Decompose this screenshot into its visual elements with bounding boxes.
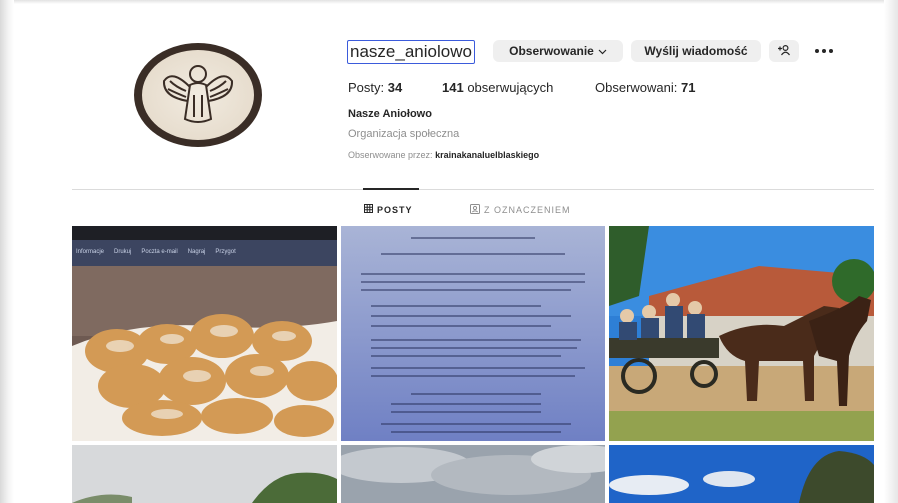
tab-posts-label: POSTY: [377, 204, 413, 215]
add-user-icon: [777, 44, 791, 59]
screen-toolbar: Informacje Drukuj Poczta e-mail Nagraj P…: [76, 249, 236, 255]
active-tab-indicator: [363, 188, 419, 190]
tag-icon: [470, 204, 480, 216]
window-top-edge: [0, 0, 898, 4]
profile-full-name: Nasze Aniołowo: [348, 108, 432, 120]
angel-logo: [142, 50, 254, 140]
following-button-label: Obserwowanie: [509, 44, 594, 58]
grid-icon: [364, 204, 373, 215]
window-right-edge: [884, 0, 898, 503]
post-thumbnail[interactable]: [609, 226, 874, 441]
add-user-button[interactable]: [769, 40, 799, 62]
tab-tagged-label: Z OZNACZENIEM: [484, 205, 571, 215]
profile-category: Organizacja społeczna: [348, 128, 460, 140]
more-options-icon[interactable]: [809, 40, 839, 62]
post-thumbnail[interactable]: [341, 226, 605, 441]
followers-link[interactable]: 141 obserwujących: [442, 80, 553, 95]
followed-by: Obserwowane przez: krainakanaluelblaskie…: [348, 150, 540, 160]
tab-posts[interactable]: POSTY: [364, 204, 413, 215]
send-message-button[interactable]: Wyślij wiadomość: [631, 40, 761, 62]
post-thumbnail[interactable]: [609, 445, 874, 503]
username[interactable]: nasze_aniolowo: [347, 40, 475, 64]
profile-avatar[interactable]: [134, 43, 262, 147]
tabs-divider: [72, 189, 874, 190]
post-thumbnail[interactable]: [341, 445, 605, 503]
posts-count: Posty: 34: [348, 80, 403, 95]
following-button[interactable]: Obserwowanie: [493, 40, 623, 62]
following-link[interactable]: Obserwowani: 71: [595, 80, 695, 95]
post-thumbnail[interactable]: [72, 445, 337, 503]
post-thumbnail[interactable]: Informacje Drukuj Poczta e-mail Nagraj P…: [72, 226, 337, 441]
tab-tagged[interactable]: Z OZNACZENIEM: [470, 204, 571, 216]
followed-by-user-link[interactable]: krainakanaluelblaskiego: [435, 150, 539, 160]
chevron-down-icon: [598, 44, 607, 58]
window-left-edge: [0, 0, 14, 503]
